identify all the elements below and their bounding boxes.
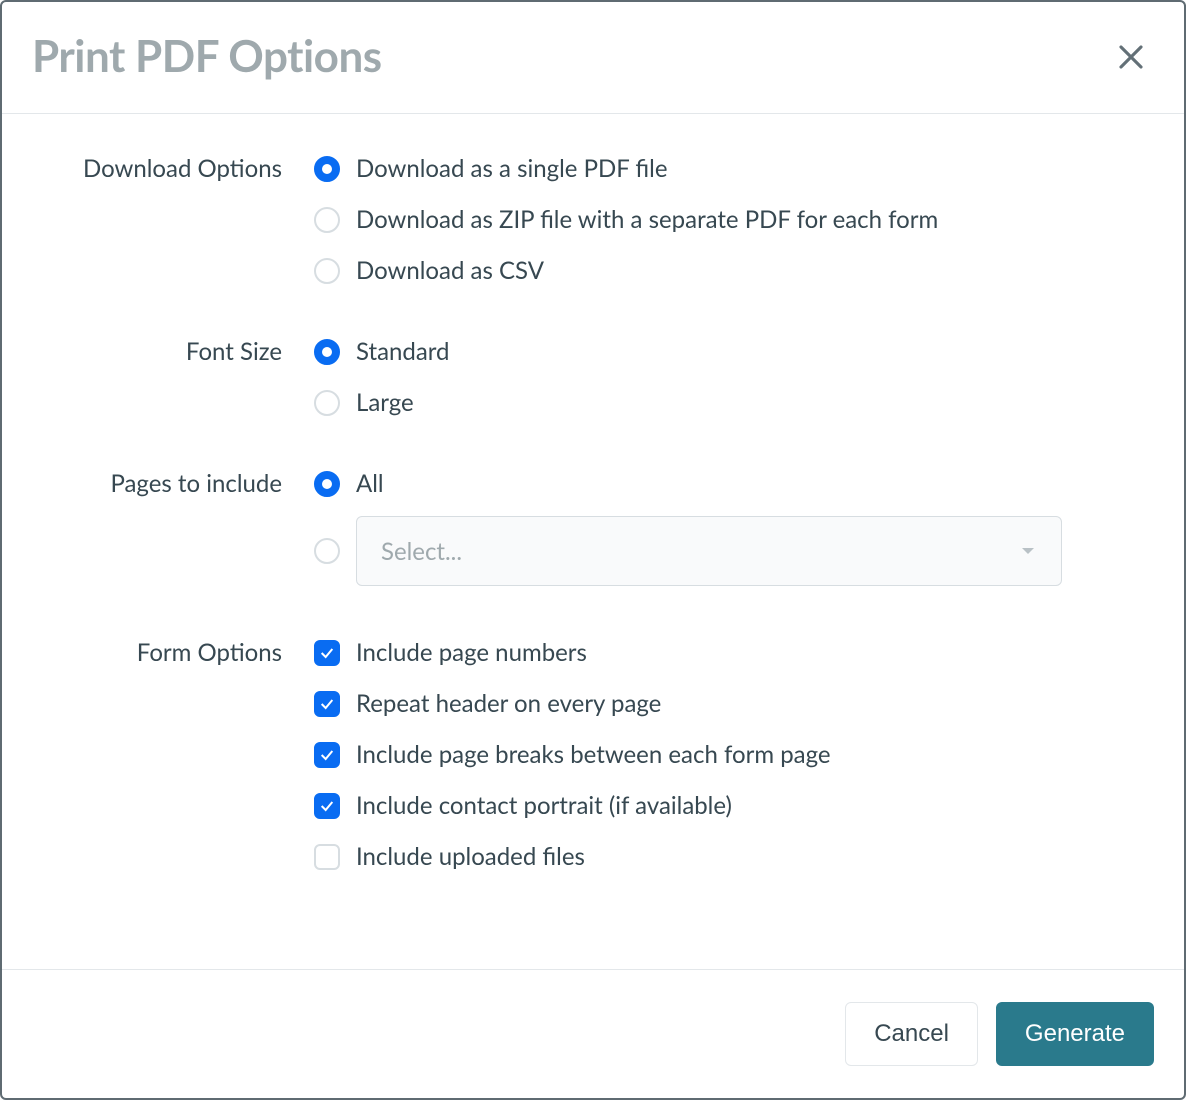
option-label: Include page numbers [356, 638, 587, 667]
radio-selected-icon [314, 471, 340, 497]
download-csv-option[interactable]: Download as CSV [314, 256, 1154, 285]
option-label: All [356, 469, 384, 498]
radio-icon [314, 258, 340, 284]
font-standard-option[interactable]: Standard [314, 337, 1154, 366]
option-label: Include page breaks between each form pa… [356, 740, 831, 769]
radio-icon [314, 207, 340, 233]
checkbox-checked-icon [314, 691, 340, 717]
form-options: Include page numbers Repeat header on ev… [314, 638, 1154, 871]
cancel-button[interactable]: Cancel [845, 1002, 978, 1066]
pages-select-option: Select... [314, 516, 1154, 586]
modal-header: Print PDF Options [2, 2, 1184, 114]
modal-footer: Cancel Generate [2, 969, 1184, 1098]
generate-button[interactable]: Generate [996, 1002, 1154, 1066]
repeat-header-option[interactable]: Repeat header on every page [314, 689, 1154, 718]
include-page-numbers-option[interactable]: Include page numbers [314, 638, 1154, 667]
close-icon [1116, 42, 1146, 75]
checkbox-checked-icon [314, 742, 340, 768]
radio-selected-icon [314, 156, 340, 182]
option-label: Repeat header on every page [356, 689, 661, 718]
option-label: Download as a single PDF file [356, 154, 668, 183]
download-options-section: Download Options Download as a single PD… [32, 154, 1154, 285]
font-large-option[interactable]: Large [314, 388, 1154, 417]
pages-select-dropdown[interactable]: Select... [356, 516, 1062, 586]
download-options-label: Download Options [32, 154, 314, 183]
form-options-label: Form Options [32, 638, 314, 667]
option-label: Download as ZIP file with a separate PDF… [356, 205, 938, 234]
radio-icon [314, 390, 340, 416]
download-single-pdf-option[interactable]: Download as a single PDF file [314, 154, 1154, 183]
font-size-options: Standard Large [314, 337, 1154, 417]
option-label: Download as CSV [356, 256, 544, 285]
checkbox-checked-icon [314, 640, 340, 666]
option-label: Include contact portrait (if available) [356, 791, 732, 820]
modal-title: Print PDF Options [32, 30, 382, 82]
option-label: Standard [356, 337, 449, 366]
modal-body: Download Options Download as a single PD… [2, 114, 1184, 969]
include-uploaded-files-option[interactable]: Include uploaded files [314, 842, 1154, 871]
checkbox-icon [314, 844, 340, 870]
pages-all-option[interactable]: All [314, 469, 1154, 498]
chevron-down-icon [1019, 537, 1037, 566]
pages-label: Pages to include [32, 469, 314, 498]
print-pdf-modal: Print PDF Options Download Options Downl… [0, 0, 1186, 1100]
download-zip-option[interactable]: Download as ZIP file with a separate PDF… [314, 205, 1154, 234]
pages-section: Pages to include All Select... [32, 469, 1154, 586]
radio-icon[interactable] [314, 538, 340, 564]
include-page-breaks-option[interactable]: Include page breaks between each form pa… [314, 740, 1154, 769]
option-label: Include uploaded files [356, 842, 585, 871]
include-contact-portrait-option[interactable]: Include contact portrait (if available) [314, 791, 1154, 820]
checkbox-checked-icon [314, 793, 340, 819]
close-button[interactable] [1108, 34, 1154, 83]
pages-options: All Select... [314, 469, 1154, 586]
option-label: Large [356, 388, 414, 417]
radio-selected-icon [314, 339, 340, 365]
download-options: Download as a single PDF file Download a… [314, 154, 1154, 285]
form-options-section: Form Options Include page numbers Repeat… [32, 638, 1154, 871]
font-size-section: Font Size Standard Large [32, 337, 1154, 417]
select-placeholder: Select... [381, 537, 462, 566]
font-size-label: Font Size [32, 337, 314, 366]
